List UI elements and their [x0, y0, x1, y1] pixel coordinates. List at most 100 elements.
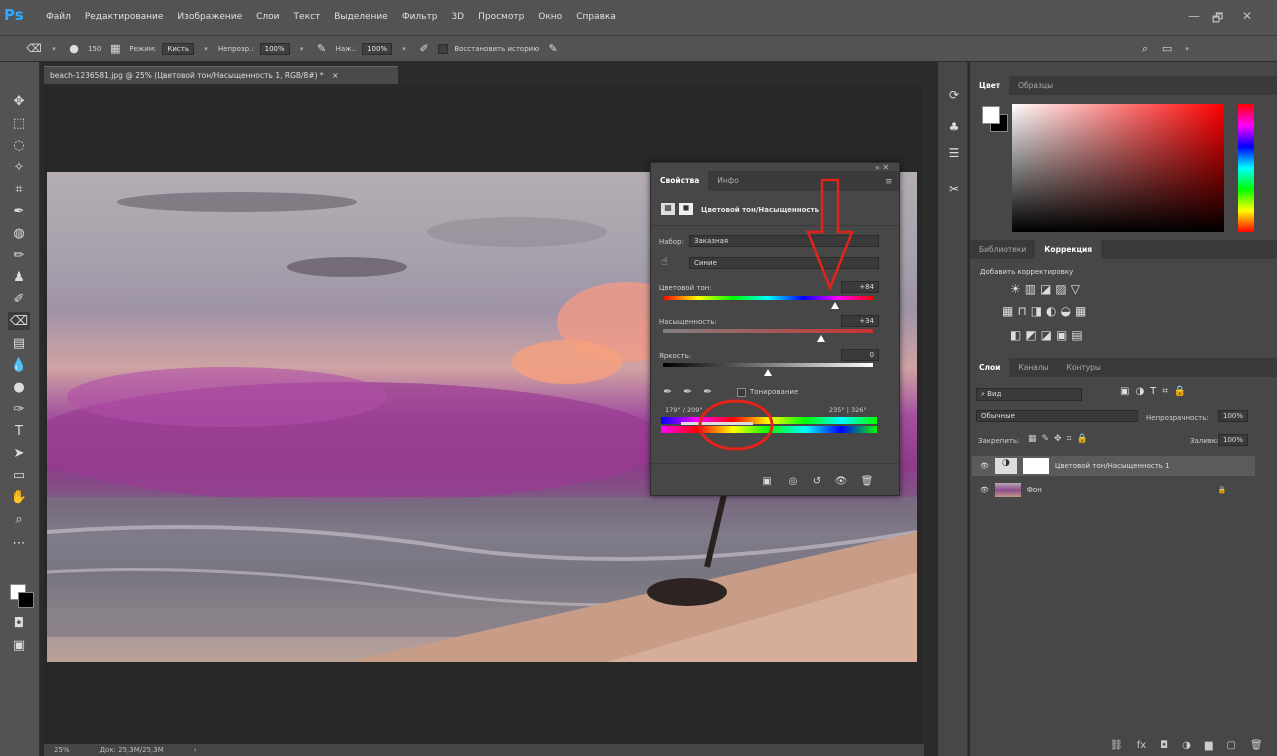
move-tool-icon[interactable]: ✥: [8, 92, 30, 110]
pressure-size-icon[interactable]: ✎: [545, 41, 561, 57]
properties-panel-icon[interactable]: ☰: [945, 144, 963, 162]
chevron-down-icon[interactable]: ▾: [1181, 45, 1193, 53]
menu-view[interactable]: Просмотр: [478, 12, 524, 22]
magic-wand-tool-icon[interactable]: ✧: [8, 158, 30, 176]
gradient-tool-icon[interactable]: ▤: [8, 334, 30, 352]
airbrush-icon[interactable]: ✐: [416, 41, 432, 57]
adjustment-icons-row-3[interactable]: ◧◩◪▣▤: [1010, 328, 1087, 342]
eyedropper-tool-icon[interactable]: ✒: [8, 202, 30, 220]
brush-presets-icon[interactable]: ♣: [945, 118, 963, 136]
crop-tool-icon[interactable]: ⌗: [8, 180, 30, 198]
add-mask-icon[interactable]: ◘: [1160, 740, 1168, 751]
menu-3d[interactable]: 3D: [451, 12, 464, 22]
mode-select[interactable]: Кисть: [162, 42, 194, 55]
tool-preset-dropdown[interactable]: ▾: [48, 45, 60, 53]
menu-window[interactable]: Окно: [538, 12, 562, 22]
menu-file[interactable]: Файл: [46, 12, 71, 22]
fill-input[interactable]: 100%: [1218, 434, 1248, 446]
rectangle-tool-icon[interactable]: ▭: [8, 466, 30, 484]
eraser-tool-icon[interactable]: ⌫: [8, 312, 30, 330]
layer-mask-thumb[interactable]: [1022, 458, 1049, 474]
new-group-icon[interactable]: ▆: [1205, 740, 1213, 751]
opacity-input[interactable]: 100%: [259, 42, 290, 55]
layer-kind-filter[interactable]: ⌕ Вид: [976, 388, 1082, 401]
path-selection-tool-icon[interactable]: ➤: [8, 444, 30, 462]
menu-filter[interactable]: Фильтр: [402, 12, 438, 22]
marquee-tool-icon[interactable]: ⬚: [8, 114, 30, 132]
restore-button[interactable]: 🗗: [1212, 9, 1223, 30]
search-icon[interactable]: ⌕: [1137, 41, 1153, 57]
foreground-color-swatch[interactable]: [982, 106, 1000, 124]
menu-layers[interactable]: Слои: [256, 12, 279, 22]
menu-edit[interactable]: Редактирование: [85, 12, 164, 22]
eraser-tool-icon[interactable]: ⌫: [26, 41, 42, 57]
close-tab-icon[interactable]: ×: [332, 71, 338, 80]
workspace-icon[interactable]: ▭: [1159, 41, 1175, 57]
history-panel-icon[interactable]: ⟳: [945, 86, 963, 104]
view-previous-icon[interactable]: ◎: [785, 473, 801, 489]
lock-icons[interactable]: ▦✎✥⌗🔒: [1028, 434, 1093, 444]
tab-layers[interactable]: Слои: [970, 358, 1010, 377]
trash-icon[interactable]: 🗑: [1250, 740, 1263, 751]
close-button[interactable]: ✕: [1242, 9, 1252, 23]
link-layers-icon[interactable]: ⛓: [1110, 740, 1123, 751]
zoom-tool-icon[interactable]: ⌕: [8, 510, 30, 528]
screen-mode-icon[interactable]: ▣: [8, 636, 30, 654]
layer-row[interactable]: 👁 ◑ Цветовой тон/Насыщенность 1: [972, 456, 1255, 476]
chevron-down-icon[interactable]: ▾: [296, 45, 308, 53]
color-picker-field[interactable]: [1012, 104, 1224, 232]
layer-name[interactable]: Цветовой тон/Насыщенность 1: [1055, 462, 1170, 470]
layer-name[interactable]: Фон: [1027, 486, 1042, 494]
menu-type[interactable]: Текст: [294, 12, 321, 22]
brush-panel-icon[interactable]: ▦: [107, 41, 123, 57]
tab-adjustments[interactable]: Коррекция: [1035, 240, 1102, 259]
color-hue-bar[interactable]: [1238, 104, 1254, 232]
adjustment-icons-row-1[interactable]: ☀▥◪▨▽: [1010, 282, 1084, 296]
status-arrow-icon[interactable]: ›: [194, 746, 197, 754]
menu-help[interactable]: Справка: [576, 12, 616, 22]
lasso-tool-icon[interactable]: ◌: [8, 136, 30, 154]
tools-panel-icon[interactable]: ✂: [945, 180, 963, 198]
hand-tool-icon[interactable]: ✋: [8, 488, 30, 506]
menu-select[interactable]: Выделение: [334, 12, 388, 22]
adjustment-icons-row-2[interactable]: ▦⊓◨◐◒▦: [1002, 304, 1090, 318]
new-adjustment-icon[interactable]: ◑: [1182, 740, 1191, 751]
more-tools-icon[interactable]: ⋯: [8, 534, 30, 552]
brush-preview-icon[interactable]: ●: [66, 41, 82, 57]
healing-tool-icon[interactable]: ◍: [8, 224, 30, 242]
background-color-swatch[interactable]: [18, 592, 34, 608]
layer-filter-icons[interactable]: ▣◑T⌗🔒: [1120, 386, 1192, 397]
flow-input[interactable]: 100%: [362, 42, 393, 55]
brush-tool-icon[interactable]: ✏: [8, 246, 30, 264]
pressure-opacity-icon[interactable]: ✎: [314, 41, 330, 57]
dodge-tool-icon[interactable]: ●: [8, 378, 30, 396]
menu-image[interactable]: Изображение: [177, 12, 242, 22]
visibility-icon[interactable]: 👁: [980, 462, 989, 470]
chevron-down-icon[interactable]: ▾: [398, 45, 410, 53]
history-brush-tool-icon[interactable]: ✐: [8, 290, 30, 308]
pen-tool-icon[interactable]: ✑: [8, 400, 30, 418]
tab-swatches[interactable]: Образцы: [1009, 76, 1062, 95]
clip-to-layer-icon[interactable]: ▣: [759, 473, 775, 489]
quick-mask-icon[interactable]: ◘: [8, 614, 30, 632]
restore-history-checkbox[interactable]: [438, 43, 449, 54]
zoom-level[interactable]: 25%: [54, 746, 70, 754]
layer-style-icon[interactable]: fx: [1137, 740, 1146, 751]
tab-libraries[interactable]: Библиотеки: [970, 240, 1035, 259]
tab-channels[interactable]: Каналы: [1009, 358, 1057, 377]
visibility-icon[interactable]: 👁: [980, 486, 989, 494]
blend-mode-select[interactable]: Обычные: [976, 410, 1138, 422]
layer-opacity-input[interactable]: 100%: [1218, 410, 1248, 422]
type-tool-icon[interactable]: T: [8, 422, 30, 440]
visibility-icon[interactable]: 👁: [833, 473, 849, 489]
tab-color[interactable]: Цвет: [970, 76, 1010, 95]
new-layer-icon[interactable]: ▢: [1227, 740, 1236, 751]
layer-row[interactable]: 👁 Фон 🔒: [972, 480, 1255, 500]
tab-paths[interactable]: Контуры: [1058, 358, 1110, 377]
minimize-button[interactable]: —: [1188, 9, 1200, 23]
stamp-tool-icon[interactable]: ♟: [8, 268, 30, 286]
reset-icon[interactable]: ↺: [809, 473, 825, 489]
document-tab[interactable]: beach-1236581.jpg @ 25% (Цветовой тон/На…: [44, 66, 398, 84]
chevron-down-icon[interactable]: ▾: [200, 45, 212, 53]
trash-icon[interactable]: 🗑: [859, 473, 875, 489]
